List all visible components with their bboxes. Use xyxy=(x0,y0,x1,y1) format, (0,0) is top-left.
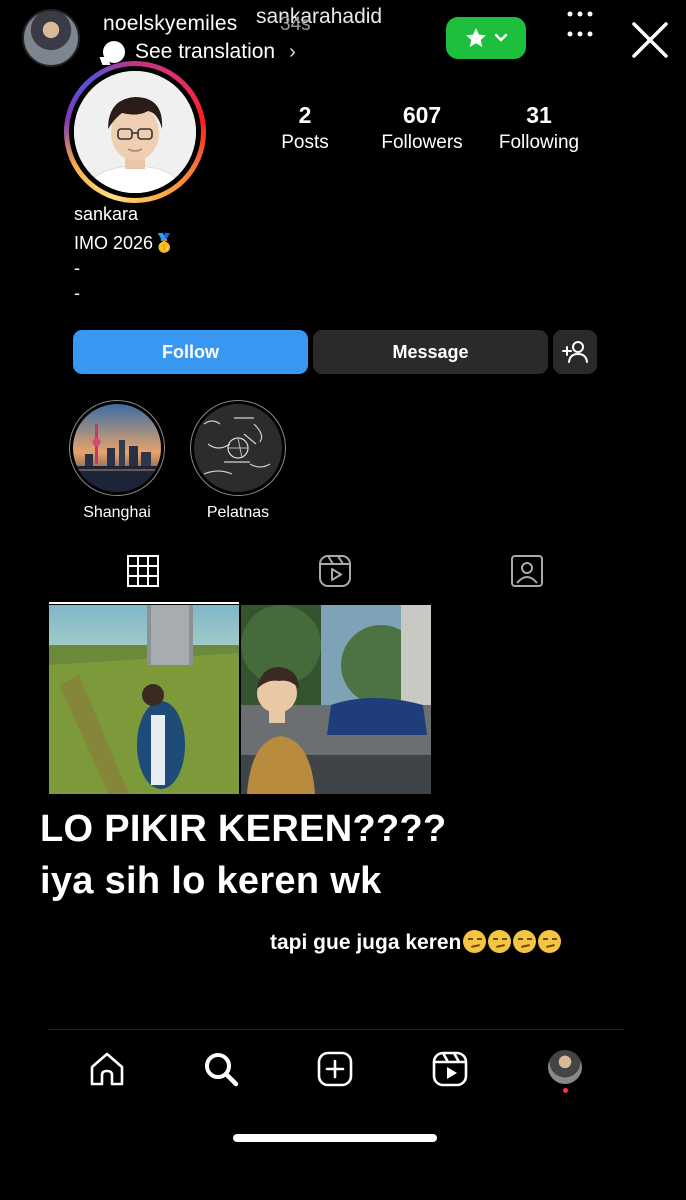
story-author-avatar[interactable] xyxy=(22,9,80,67)
following-count[interactable]: 31 Following xyxy=(490,102,588,154)
chevron-right-icon: › xyxy=(289,40,296,63)
story-timestamp: 34s xyxy=(280,14,311,35)
following-number: 31 xyxy=(526,102,552,128)
followers-number: 607 xyxy=(402,102,442,128)
posts-count[interactable]: 2 Posts xyxy=(275,102,335,154)
tagged-icon[interactable] xyxy=(509,553,545,589)
followers-count[interactable]: 607 Followers xyxy=(370,102,474,154)
close-friends-button[interactable] xyxy=(446,17,526,59)
see-translation-label: See translation xyxy=(135,40,276,63)
home-icon[interactable] xyxy=(87,1049,127,1089)
add-person-button[interactable] xyxy=(553,330,597,374)
create-icon[interactable] xyxy=(315,1049,355,1089)
followers-label: Followers xyxy=(381,132,463,153)
posts-label: Posts xyxy=(281,132,329,153)
caption-line-2: iya sih lo keren wk xyxy=(40,860,382,902)
profile-nav-avatar[interactable] xyxy=(548,1050,582,1084)
highlight-cover-image xyxy=(194,404,282,492)
highlight-cover-image xyxy=(73,404,161,492)
chevron-down-icon xyxy=(494,33,508,42)
star-icon xyxy=(466,28,486,47)
home-indicator xyxy=(233,1134,437,1142)
reels-nav-icon[interactable] xyxy=(430,1049,470,1089)
posts-number: 2 xyxy=(298,102,312,128)
caption-line-1: LO PIKIR KEREN???? xyxy=(40,808,447,850)
smirk-emoji-icon xyxy=(513,930,537,953)
nav-divider xyxy=(48,1029,624,1030)
profile-avatar[interactable] xyxy=(64,61,206,203)
bio-line-3: - xyxy=(74,283,80,303)
story-mention-text: sankarahadid xyxy=(256,5,383,28)
following-label: Following xyxy=(498,132,580,153)
highlight-pelatnas[interactable]: Pelatnas xyxy=(190,400,286,522)
add-person-icon xyxy=(562,341,588,363)
reels-icon[interactable] xyxy=(317,553,353,589)
follow-button[interactable]: Follow xyxy=(73,330,308,374)
close-icon[interactable] xyxy=(628,18,672,62)
grid-icon[interactable] xyxy=(125,553,161,589)
highlight-shanghai[interactable]: Shanghai xyxy=(69,400,165,522)
story-username[interactable]: noelskyemiles xyxy=(103,12,238,36)
bio-line-2: - xyxy=(74,258,80,278)
smirk-emoji-icon xyxy=(488,930,512,953)
smirk-emoji-icon xyxy=(463,930,487,953)
notification-dot xyxy=(563,1088,568,1093)
profile-name: sankara xyxy=(74,204,139,224)
active-tab-indicator xyxy=(49,602,239,604)
caption-line-3: tapi gue juga keren xyxy=(270,930,562,955)
translation-bubble-icon xyxy=(103,41,125,63)
smirk-emoji-icon xyxy=(538,930,562,953)
bio-line-1: IMO 2026🥇 xyxy=(74,233,176,253)
more-icon[interactable] xyxy=(566,6,596,46)
post-thumbnail[interactable] xyxy=(49,605,239,794)
post-thumbnail[interactable] xyxy=(241,605,431,794)
search-icon[interactable] xyxy=(201,1049,241,1089)
caption-line-3-text: tapi gue juga keren xyxy=(270,931,462,954)
message-button[interactable]: Message xyxy=(313,330,548,374)
profile-photo xyxy=(74,71,196,193)
highlight-label: Pelatnas xyxy=(206,504,270,521)
highlight-label: Shanghai xyxy=(83,504,151,521)
